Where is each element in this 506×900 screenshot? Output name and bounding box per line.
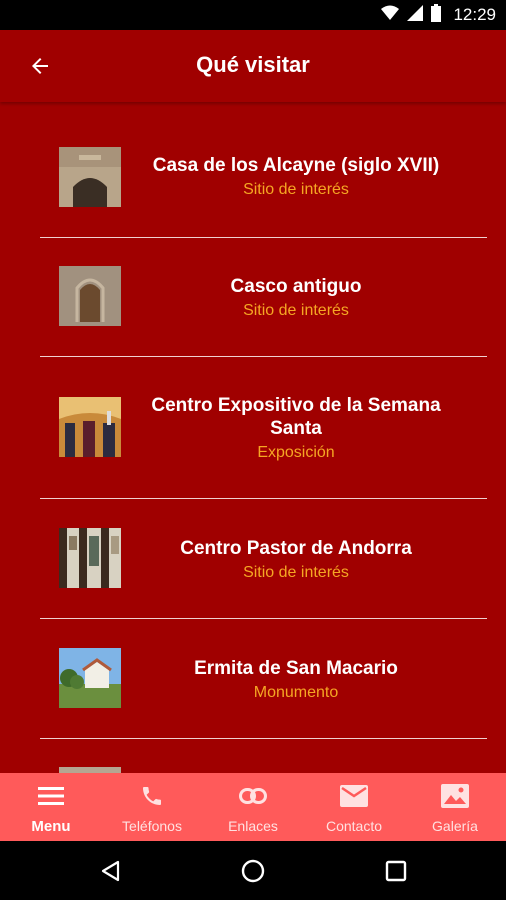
nav-label: Menu [31,818,71,835]
status-time: 12:29 [453,5,496,24]
status-bar: 12:29 [0,0,506,30]
list-item[interactable]: Casco antiguo Sitio de interés [40,238,487,357]
item-title: Casco antiguo [230,276,362,297]
item-title: Centro Expositivo de la Semana Santa [151,395,441,439]
list-item[interactable] [40,739,487,773]
list-item[interactable]: Centro Pastor de Andorra Sitio de interé… [40,499,487,619]
cell-signal-icon [407,4,424,26]
system-home-button[interactable] [237,855,269,887]
nav-phones[interactable]: Teléfonos [102,773,202,841]
nav-label: Galería [432,818,478,834]
place-thumbnail [59,147,121,207]
list-item[interactable]: Casa de los Alcayne (siglo XVII) Sitio d… [40,102,487,238]
battery-icon [431,3,442,27]
item-category: Sitio de interés [243,564,349,581]
mail-icon [339,783,369,809]
nav-gallery[interactable]: Galería [405,773,505,841]
circle-home-icon [241,859,265,883]
page-title: Qué visitar [196,52,310,77]
nav-menu[interactable]: Menu [1,773,101,841]
places-list: Casa de los Alcayne (siglo XVII) Sitio d… [0,102,506,773]
nav-label: Contacto [325,818,383,834]
nav-label: Teléfonos [122,818,182,834]
place-thumbnail [59,397,121,457]
hamburger-icon [36,783,66,809]
item-title: Ermita de San Macario [194,658,398,679]
place-thumbnail [59,528,121,588]
item-category: Exposición [257,444,335,461]
app-bar: Qué visitar [0,30,506,102]
bottom-nav: Menu Teléfonos Enlaces Contacto Galería [0,773,506,841]
item-title: Casa de los Alcayne (siglo XVII) [152,155,440,176]
place-thumbnail [59,266,121,326]
place-thumbnail [59,648,121,708]
list-item[interactable]: Centro Expositivo de la Semana Santa Exp… [40,357,487,499]
phone-icon [137,783,167,809]
nav-contact[interactable]: Contacto [304,773,404,841]
item-title: Centro Pastor de Andorra [180,538,412,559]
system-recents-button[interactable] [380,855,412,887]
square-recents-icon [385,860,407,882]
link-icon [238,783,268,809]
nav-label: Enlaces [228,818,278,834]
item-category: Sitio de interés [243,302,349,319]
nav-links[interactable]: Enlaces [203,773,303,841]
system-nav-bar [0,841,506,900]
item-category: Monumento [253,684,339,701]
gallery-icon [440,783,470,809]
wifi-icon [381,5,400,26]
triangle-back-icon [101,860,120,882]
item-category: Sitio de interés [243,181,349,198]
list-item[interactable]: Ermita de San Macario Monumento [40,619,487,739]
system-back-button[interactable] [95,855,127,887]
